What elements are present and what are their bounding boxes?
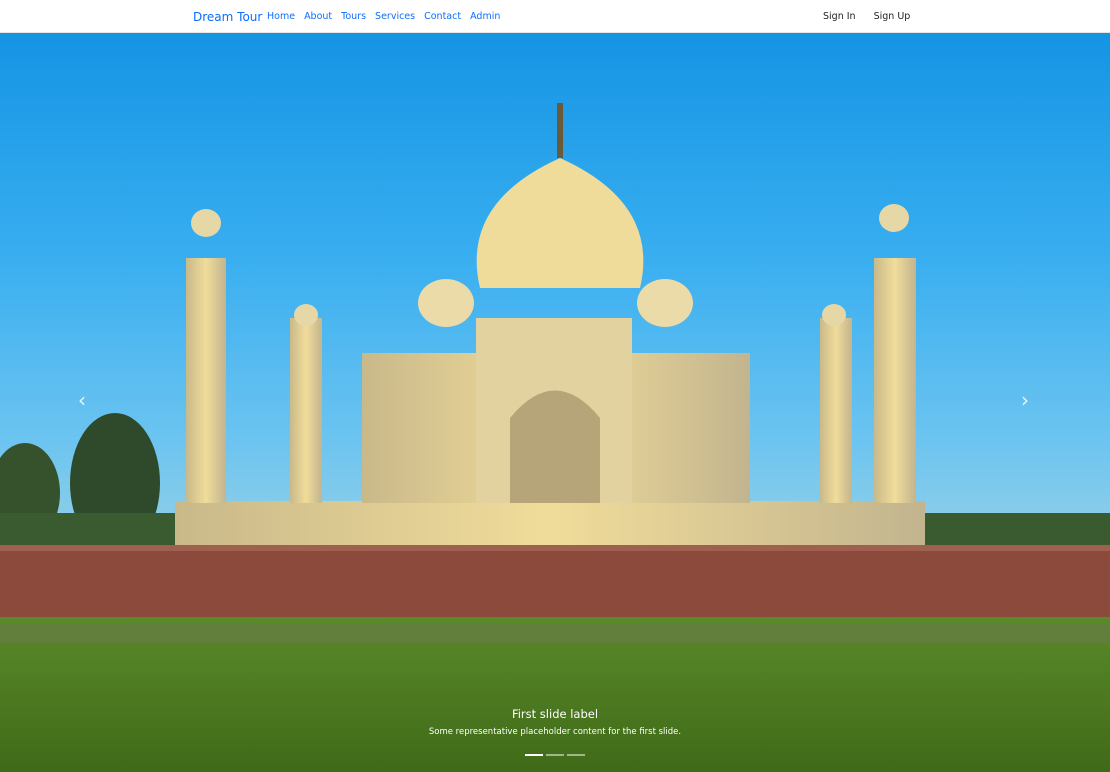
- brand-link[interactable]: Dream Tour: [193, 10, 262, 24]
- indicator-2[interactable]: [546, 754, 564, 756]
- nav-tours[interactable]: Tours: [341, 11, 366, 22]
- slide-text: Some representative placeholder content …: [428, 727, 682, 737]
- carousel-prev-button[interactable]: ‹: [78, 388, 86, 412]
- slide-image: [0, 103, 1110, 772]
- nav-services[interactable]: Services: [375, 11, 415, 22]
- nav-about[interactable]: About: [304, 11, 332, 22]
- indicator-1[interactable]: [525, 754, 543, 756]
- chevron-left-icon: ‹: [78, 388, 86, 412]
- carousel-next-button[interactable]: ›: [1021, 388, 1029, 412]
- nav-home[interactable]: Home: [267, 11, 295, 22]
- slide-label: First slide label: [511, 707, 599, 721]
- sign-in-button[interactable]: Sign In: [823, 11, 856, 22]
- chevron-right-icon: ›: [1021, 388, 1029, 412]
- navbar: Dream Tour Home About Tours Services Con…: [0, 0, 1110, 33]
- sign-up-button[interactable]: Sign Up: [874, 11, 911, 22]
- indicator-3[interactable]: [567, 754, 585, 756]
- nav-contact[interactable]: Contact: [424, 11, 461, 22]
- nav-admin[interactable]: Admin: [470, 11, 500, 22]
- carousel: ‹ › First slide label Some representativ…: [0, 33, 1110, 772]
- carousel-indicators: [525, 754, 585, 756]
- nav-links: Home About Tours Services Contact Admin: [267, 11, 500, 22]
